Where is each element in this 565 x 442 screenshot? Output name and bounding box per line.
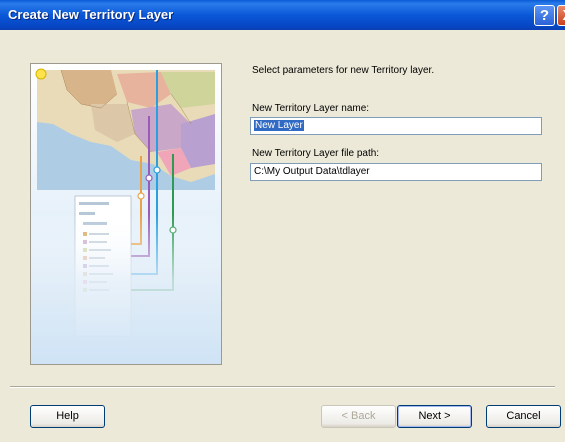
title-bar[interactable]: Create New Territory Layer ? X bbox=[0, 0, 565, 30]
wizard-illustration bbox=[30, 63, 222, 365]
help-icon[interactable]: ? bbox=[534, 5, 555, 26]
help-button[interactable]: Help bbox=[30, 405, 105, 428]
dialog-window: Create New Territory Layer ? X bbox=[0, 0, 565, 442]
window-title: Create New Territory Layer bbox=[8, 7, 174, 22]
back-button[interactable]: < Back bbox=[321, 405, 396, 428]
cancel-button[interactable]: Cancel bbox=[486, 405, 561, 428]
button-separator bbox=[10, 386, 555, 388]
close-icon[interactable]: X bbox=[557, 5, 565, 26]
file-path-input[interactable]: C:\My Output Data\tdlayer bbox=[250, 163, 542, 181]
layer-name-value: New Layer bbox=[254, 120, 304, 131]
layer-name-input[interactable]: New Layer bbox=[250, 117, 542, 135]
layer-name-label: New Territory Layer name: bbox=[252, 103, 370, 114]
intro-text: Select parameters for new Territory laye… bbox=[252, 65, 435, 76]
map-illustration-image bbox=[31, 64, 221, 364]
next-button[interactable]: Next > bbox=[397, 405, 472, 428]
file-path-label: New Territory Layer file path: bbox=[252, 148, 380, 159]
dialog-body: Select parameters for new Territory laye… bbox=[0, 30, 565, 442]
